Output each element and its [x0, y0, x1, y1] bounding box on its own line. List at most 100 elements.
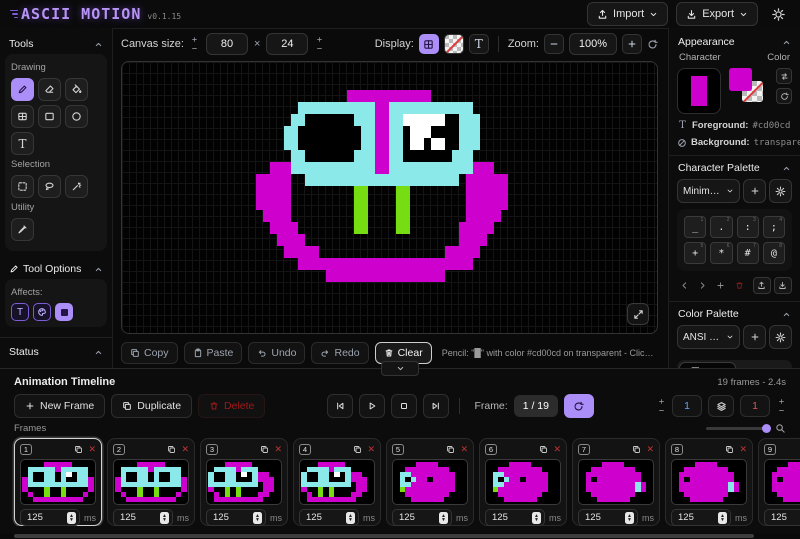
frame-card[interactable]: 3 ✕ 125 ▲▼ ms — [200, 438, 288, 526]
duplicate-frame-icon[interactable] — [725, 445, 734, 454]
frame-card[interactable]: 1 ✕ 125 ▲▼ ms — [14, 438, 102, 526]
text-tool-button[interactable]: T — [11, 132, 34, 155]
appearance-section-header[interactable]: Appearance — [677, 30, 792, 52]
width-stepper[interactable] — [190, 36, 200, 52]
palette-character-button[interactable]: . 2 — [710, 216, 732, 238]
next-character-button[interactable] — [695, 278, 710, 294]
duration-stepper[interactable]: ▲▼ — [160, 512, 169, 524]
fill-rect-tool-button[interactable] — [11, 105, 34, 128]
canvas-height-input[interactable]: 24 — [266, 33, 308, 55]
frame-thumbnail[interactable] — [206, 459, 282, 505]
delete-frame-button[interactable]: Delete — [198, 394, 265, 418]
color-palette-section-header[interactable]: Color Palette — [677, 302, 792, 324]
frame-duration-input[interactable]: 125 ▲▼ — [299, 509, 359, 526]
duration-stepper[interactable]: ▲▼ — [67, 512, 76, 524]
duplicate-frame-icon[interactable] — [632, 445, 641, 454]
frame-card[interactable]: 8 ✕ 125 ▲▼ ms — [665, 438, 753, 526]
onion-skin-toggle-button[interactable] — [708, 395, 734, 417]
onion-next-frames-input[interactable]: 1 — [740, 395, 770, 417]
character-palette-settings-button[interactable] — [769, 179, 792, 203]
duration-stepper[interactable]: ▲▼ — [532, 512, 541, 524]
frames-scrollbar[interactable] — [0, 533, 800, 539]
slider-thumb[interactable] — [762, 424, 771, 433]
frame-card[interactable]: 2 ✕ 125 ▲▼ ms — [107, 438, 195, 526]
new-frame-button[interactable]: New Frame — [14, 394, 105, 418]
redo-button[interactable]: Redo — [311, 342, 368, 364]
canvas-width-input[interactable]: 80 — [206, 33, 248, 55]
duplicate-frame-icon[interactable] — [446, 445, 455, 454]
ellipse-tool-button[interactable] — [65, 105, 88, 128]
paste-button[interactable]: Paste — [184, 342, 243, 364]
reset-colors-button[interactable] — [776, 88, 792, 104]
import-button[interactable]: Import — [587, 2, 668, 26]
rectangle-tool-button[interactable] — [38, 105, 61, 128]
play-button[interactable] — [359, 394, 385, 418]
pencil-tool-button[interactable] — [11, 78, 34, 101]
frame-thumbnail[interactable] — [485, 459, 561, 505]
frame-thumbnail[interactable] — [113, 459, 189, 505]
zoom-reset-button[interactable] — [647, 39, 658, 50]
magic-wand-tool-button[interactable] — [65, 175, 88, 198]
palette-character-button[interactable]: ; 4 — [763, 216, 785, 238]
affects-color-toggle[interactable] — [33, 303, 51, 321]
eraser-tool-button[interactable] — [38, 78, 61, 101]
frame-card[interactable]: 5 ✕ 125 ▲▼ ms — [386, 438, 474, 526]
duration-stepper[interactable]: ▲▼ — [625, 512, 634, 524]
frame-thumbnail[interactable] — [578, 459, 654, 505]
palette-character-button[interactable]: + 5 — [684, 242, 706, 264]
delete-frame-icon[interactable]: ✕ — [367, 445, 375, 454]
transparency-display-toggle[interactable] — [444, 34, 464, 54]
onion-previous-frames-input[interactable]: 1 — [672, 395, 702, 417]
duration-stepper[interactable]: ▲▼ — [346, 512, 355, 524]
delete-frame-icon[interactable]: ✕ — [88, 445, 96, 454]
zoom-out-button[interactable] — [544, 34, 564, 54]
frame-duration-input[interactable]: 125 ▲▼ — [392, 509, 452, 526]
selected-character-preview[interactable] — [677, 68, 721, 114]
tools-section-header[interactable]: Tools — [0, 34, 112, 54]
frame-duration-input[interactable]: 125 ▲▼ — [20, 509, 80, 526]
delete-frame-icon[interactable]: ✕ — [274, 445, 282, 454]
frame-duration-input[interactable]: 125 ▲▼ — [485, 509, 545, 526]
frame-thumbnail[interactable] — [392, 459, 468, 505]
copy-button[interactable]: Copy — [121, 342, 178, 364]
eyedropper-tool-button[interactable] — [11, 218, 34, 241]
frame-card[interactable]: 9 ✕ 125 ▲▼ ms — [758, 438, 800, 526]
lasso-select-tool-button[interactable] — [38, 175, 61, 198]
frame-thumbnail[interactable] — [764, 459, 800, 505]
frame-thumbnail[interactable] — [20, 459, 96, 505]
frame-card[interactable]: 6 ✕ 125 ▲▼ ms — [479, 438, 567, 526]
frame-thumbnail[interactable] — [671, 459, 747, 505]
frame-card[interactable]: 4 ✕ 125 ▲▼ ms — [293, 438, 381, 526]
prev-character-button[interactable] — [677, 278, 692, 294]
onion-prev-stepper[interactable] — [656, 398, 666, 414]
palette-character-button[interactable]: : 3 — [737, 216, 759, 238]
color-palette-settings-button[interactable] — [769, 325, 792, 349]
remove-character-button[interactable] — [732, 278, 747, 294]
frame-duration-input[interactable]: 125 ▲▼ — [113, 509, 173, 526]
duplicate-frame-button[interactable]: Duplicate — [111, 394, 192, 418]
add-character-palette-button[interactable] — [743, 179, 766, 203]
scrollbar-thumb[interactable] — [14, 534, 754, 538]
frame-duration-input[interactable]: 125 ▲▼ — [671, 509, 731, 526]
duration-stepper[interactable]: ▲▼ — [718, 512, 727, 524]
delete-frame-icon[interactable]: ✕ — [646, 445, 654, 454]
frame-size-slider[interactable] — [706, 427, 770, 430]
duplicate-frame-icon[interactable] — [539, 445, 548, 454]
duration-stepper[interactable]: ▲▼ — [253, 512, 262, 524]
duration-stepper[interactable]: ▲▼ — [439, 512, 448, 524]
theme-toggle-button[interactable] — [766, 3, 790, 25]
delete-frame-icon[interactable]: ✕ — [739, 445, 747, 454]
zoom-in-button[interactable] — [622, 34, 642, 54]
palette-character-button[interactable]: @ 8 — [763, 242, 785, 264]
delete-frame-icon[interactable]: ✕ — [553, 445, 561, 454]
skip-to-start-button[interactable] — [327, 394, 353, 418]
frame-card[interactable]: 7 ✕ 125 ▲▼ ms — [572, 438, 660, 526]
duplicate-frame-icon[interactable] — [353, 445, 362, 454]
skip-to-end-button[interactable] — [423, 394, 449, 418]
grid-display-toggle[interactable] — [419, 34, 439, 54]
canvas-expand-button[interactable] — [627, 303, 649, 325]
stop-button[interactable] — [391, 394, 417, 418]
frame-thumbnail[interactable] — [299, 459, 375, 505]
frame-duration-input[interactable]: 125 ▲▼ — [764, 509, 800, 526]
onion-next-stepper[interactable] — [776, 398, 786, 414]
